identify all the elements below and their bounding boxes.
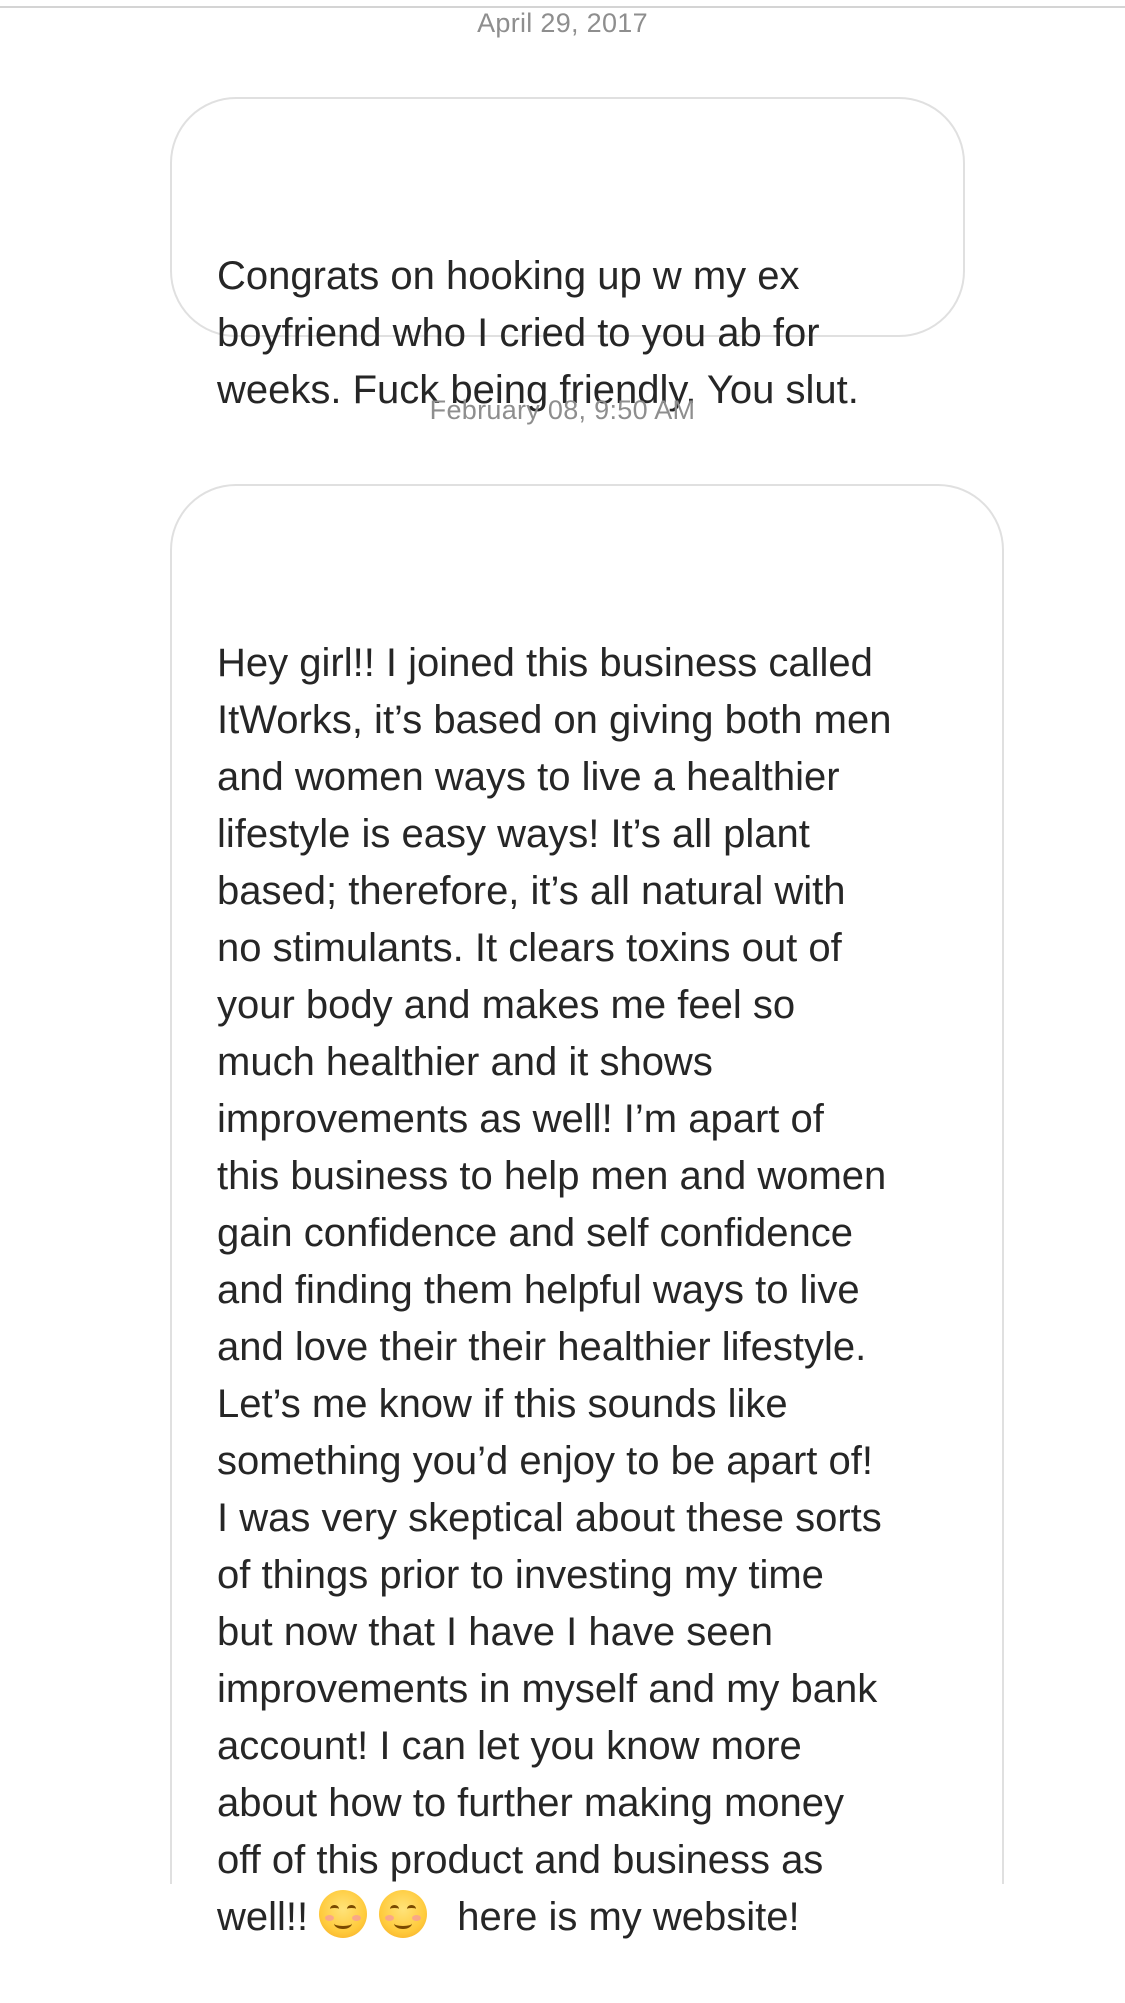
smiling-face-icon [319,1890,368,1938]
message-bubble[interactable]: Congrats on hooking up w my ex boyfriend… [170,97,965,412]
message-body: Hey girl!! I joined this business called… [217,641,892,1882]
timestamp-header: February 08, 9:50 AM [429,395,696,425]
message-text: Hey girl!! I joined this business called… [217,635,982,1946]
message-last-line-tail: here is my website! [457,1895,800,1939]
message-bubble[interactable]: Hey girl!! I joined this business called… [170,484,1004,1939]
timestamp-header: April 29, 2017 [477,8,648,38]
message-last-line-lead: well!! [217,1895,309,1939]
smiling-face-icon [379,1890,428,1938]
